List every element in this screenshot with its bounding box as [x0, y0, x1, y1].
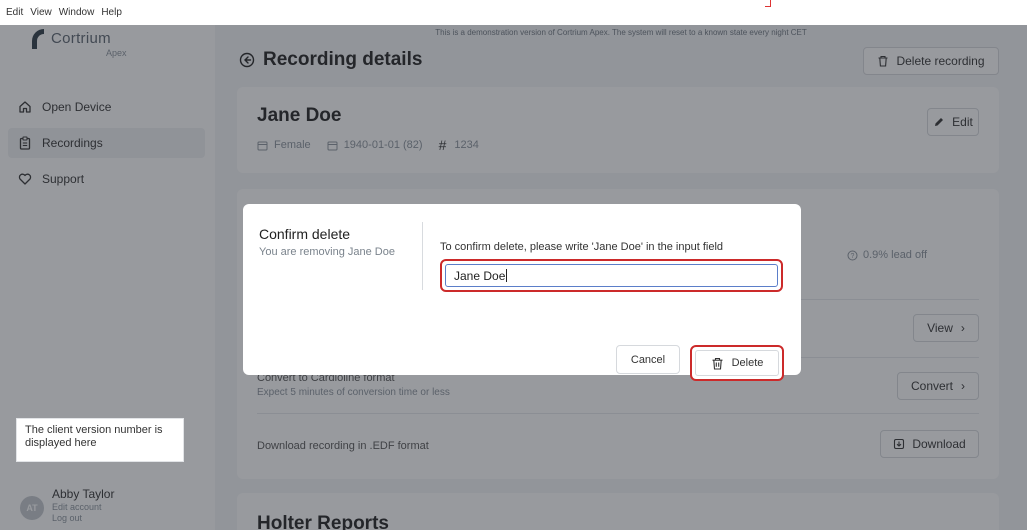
annotation-mark	[765, 0, 771, 7]
cancel-button[interactable]: Cancel	[616, 345, 680, 374]
dialog-subtitle: You are removing Jane Doe	[259, 246, 395, 258]
trash-icon	[712, 357, 723, 370]
confirm-name-field-highlight: Jane Doe	[440, 259, 783, 292]
delete-button-highlight: Delete	[690, 345, 784, 381]
app-window: Cortrium Apex Open Device Recordings Sup…	[0, 25, 1027, 530]
menu-view[interactable]: View	[30, 7, 52, 18]
confirm-name-input[interactable]: Jane Doe	[445, 264, 778, 287]
confirm-instruction: To confirm delete, please write 'Jane Do…	[440, 241, 724, 253]
confirm-name-value: Jane Doe	[454, 268, 506, 283]
delete-label: Delete	[731, 357, 764, 369]
delete-button[interactable]: Delete	[695, 350, 779, 376]
menu-help[interactable]: Help	[101, 7, 122, 18]
menu-bar: Edit View Window Help	[0, 0, 1027, 25]
menu-window[interactable]: Window	[59, 7, 95, 18]
text-caret	[506, 269, 508, 282]
menu-edit[interactable]: Edit	[6, 7, 23, 18]
confirm-delete-dialog: Confirm delete You are removing Jane Doe…	[243, 204, 801, 381]
dialog-title: Confirm delete	[259, 226, 351, 242]
dialog-separator	[422, 222, 423, 290]
client-version-tooltip: The client version number is displayed h…	[16, 418, 184, 462]
